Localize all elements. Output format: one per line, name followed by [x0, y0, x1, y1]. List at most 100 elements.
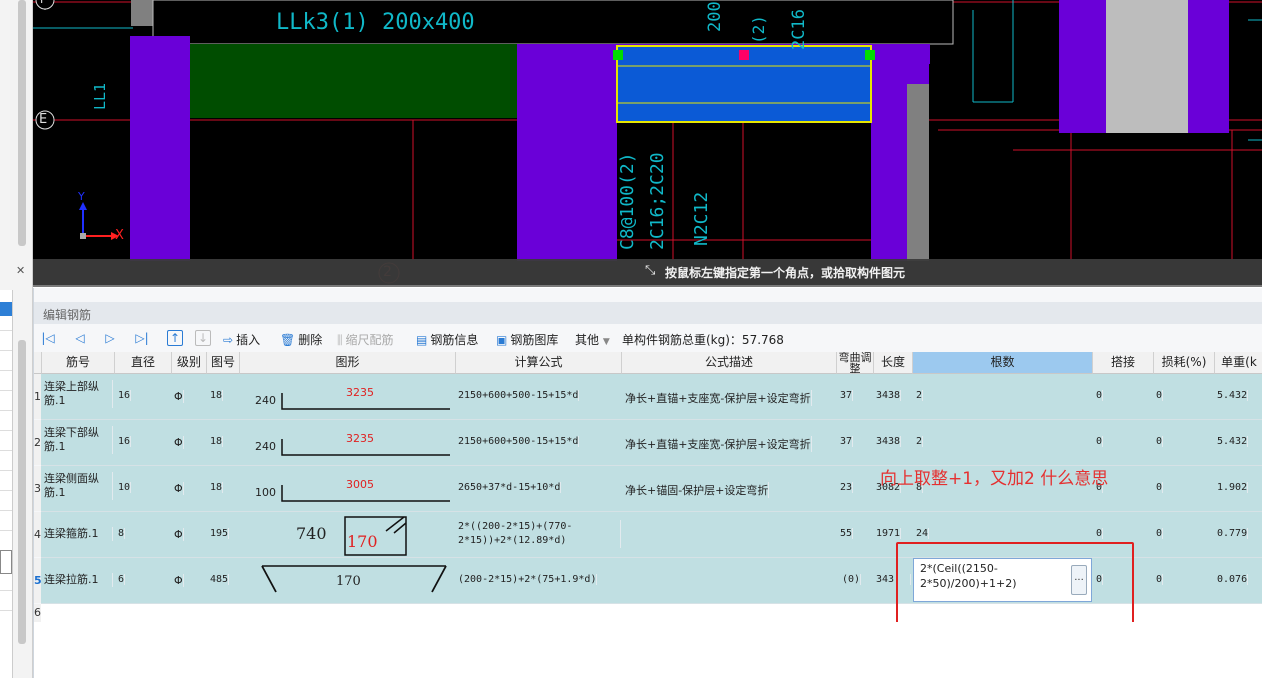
cell-grade[interactable]: Φ [174, 390, 184, 403]
cell-grade[interactable]: Φ [174, 528, 184, 541]
cell-grade[interactable]: Φ [174, 436, 184, 449]
delete-button[interactable]: 🗑 删除 [280, 331, 322, 348]
insert-icon: ⇨ [223, 333, 234, 347]
other-dropdown[interactable]: 其他 ▼ [575, 331, 610, 348]
prev-record-icon[interactable]: ◁ [72, 330, 88, 346]
cell-formula[interactable]: 2*((200-2*15)+(770-2*15))+2*(12.89*d) [458, 520, 621, 548]
image-icon: ▣ [496, 333, 508, 347]
cell-bend[interactable]: 23 [840, 482, 854, 493]
first-record-icon[interactable]: |◁ [40, 330, 56, 346]
col-header-unit-weight[interactable]: 单重(k [1215, 352, 1262, 374]
left-list-selected[interactable] [0, 302, 12, 316]
cell-diameter[interactable]: 16 [118, 390, 132, 401]
shape-l-bar [281, 485, 450, 502]
cell-fig-no[interactable]: 18 [210, 390, 224, 401]
col-header-count[interactable]: 根数 [913, 352, 1093, 374]
cell-unit-weight[interactable]: 5.432 [1217, 390, 1249, 401]
left-scrollbar-bottom[interactable] [18, 340, 26, 644]
cell-bar-name[interactable]: 连梁上部纵筋.1 [44, 380, 113, 408]
cell-count[interactable]: 24 [916, 528, 930, 539]
left-checkbox[interactable] [0, 550, 12, 574]
cell-length[interactable]: 1971 [876, 528, 902, 539]
col-header-loss[interactable]: 损耗(%) [1154, 352, 1215, 374]
col-header-formula[interactable]: 计算公式 [456, 352, 622, 374]
col-header-bar-no[interactable]: 筋号 [42, 352, 115, 374]
cell-bend[interactable]: (0) [842, 574, 862, 585]
cell-formula[interactable]: (200-2*15)+2*(75+1.9*d) [458, 574, 598, 585]
axis-label-f: F [40, 0, 46, 6]
cell-loss[interactable]: 0 [1156, 390, 1164, 401]
cell-fig-no[interactable]: 18 [210, 436, 224, 447]
cell-bend[interactable]: 37 [840, 436, 854, 447]
cell-lap[interactable]: 0 [1096, 390, 1104, 401]
cell-description[interactable]: 净长+直锚+支座宽-保护层+设定弯折 [625, 436, 812, 452]
cell-length[interactable]: 3438 [876, 436, 902, 447]
row-number: 3 [34, 466, 41, 511]
move-down-icon[interactable]: ↓ [195, 330, 211, 346]
left-scrollbar-top[interactable] [18, 0, 26, 246]
next-record-icon[interactable]: ▷ [102, 330, 118, 346]
shape-left-length: 100 [255, 486, 276, 499]
cell-bar-name[interactable]: 连梁拉筋.1 [44, 573, 113, 587]
cell-lap[interactable]: 0 [1096, 436, 1104, 447]
scale-rebar-button[interactable]: ⫼ 缩尺配筋 [337, 331, 394, 348]
cell-fig-no[interactable]: 195 [210, 528, 230, 539]
shape-l-bar [281, 393, 450, 410]
cell-diameter[interactable]: 6 [118, 574, 126, 585]
col-header-shape[interactable]: 图形 [240, 352, 456, 374]
cad-status-bar: ⤡ 按鼠标左键指定第一个角点，或拾取构件图元 [33, 259, 1262, 285]
cell-grade[interactable]: Φ [174, 574, 184, 587]
cell-formula[interactable]: 2150+600+500-15+15*d [458, 436, 580, 447]
row-number: 5 [34, 558, 42, 603]
cell-loss[interactable]: 0 [1156, 528, 1164, 539]
cad-splitter[interactable] [33, 285, 1262, 287]
rebar-info-button[interactable]: ▤ 钢筋信息 [416, 331, 478, 348]
col-header-length[interactable]: 长度 [874, 352, 913, 374]
col-header-grade[interactable]: 级别 [172, 352, 207, 374]
move-up-icon[interactable]: ↑ [167, 330, 183, 346]
cell-formula[interactable]: 2150+600+500-15+15*d [458, 390, 580, 401]
cell-diameter[interactable]: 16 [118, 436, 132, 447]
col-header-lap[interactable]: 搭接 [1093, 352, 1154, 374]
cell-description[interactable]: 净长+直锚+支座宽-保护层+设定弯折 [625, 390, 812, 406]
col-header-bend[interactable]: 弯曲调整 [837, 352, 874, 374]
vtext-ll1: LL1 [91, 82, 109, 110]
cell-unit-weight[interactable]: 0.779 [1217, 528, 1249, 539]
chevron-down-icon: ▼ [602, 337, 610, 347]
cell-bend[interactable]: 37 [840, 390, 854, 401]
cell-diameter[interactable]: 8 [118, 528, 126, 539]
cell-bar-name[interactable]: 连梁下部纵筋.1 [44, 426, 113, 454]
cell-fig-no[interactable]: 18 [210, 482, 224, 493]
vtext-2c16-2c20: 2C16;2C20 [647, 152, 668, 250]
col-header-description[interactable]: 公式描述 [622, 352, 837, 374]
cell-grade[interactable]: Φ [174, 482, 184, 495]
stirrup-width: 170 [347, 532, 378, 551]
cell-bend[interactable]: 55 [840, 528, 854, 539]
cell-loss[interactable]: 0 [1156, 436, 1164, 447]
cell-bar-name[interactable]: 连梁箍筋.1 [44, 527, 113, 541]
cell-unit-weight[interactable]: 5.432 [1217, 436, 1249, 447]
cell-unit-weight[interactable]: 1.902 [1217, 482, 1249, 493]
cell-loss[interactable]: 0 [1156, 482, 1164, 493]
cell-diameter[interactable]: 10 [118, 482, 132, 493]
cell-count[interactable]: 2 [916, 436, 924, 447]
cell-formula[interactable]: 2650+37*d-15+10*d [458, 482, 562, 493]
cell-lap[interactable]: 0 [1096, 528, 1104, 539]
cell-loss[interactable]: 0 [1156, 574, 1164, 585]
cell-count[interactable]: 2 [916, 390, 924, 401]
rebar-library-button[interactable]: ▣ 钢筋图库 [496, 331, 558, 348]
col-header-diameter[interactable]: 直径(mm) [115, 352, 172, 374]
cell-length[interactable]: 3438 [876, 390, 902, 401]
close-icon[interactable]: ✕ [16, 264, 25, 277]
row-number: 4 [34, 512, 41, 557]
cell-description[interactable]: 净长+锚固-保护层+设定弯折 [625, 482, 770, 498]
last-record-icon[interactable]: ▷| [134, 330, 150, 346]
cell-bar-name[interactable]: 连梁侧面纵筋.1 [44, 472, 113, 500]
vtext-c8: C8@100(2) [617, 152, 638, 250]
cad-viewport[interactable]: LLk3(1) 200x400 E F 2 X Y LL1 2C16 (2) 2… [33, 0, 1262, 287]
cell-fig-no[interactable]: 485 [210, 574, 230, 585]
cell-unit-weight[interactable]: 0.076 [1217, 574, 1249, 585]
insert-button[interactable]: ⇨ 插入 [223, 331, 260, 348]
col-header-fig-no[interactable]: 图号 [207, 352, 240, 374]
highlight-box [896, 542, 1134, 632]
